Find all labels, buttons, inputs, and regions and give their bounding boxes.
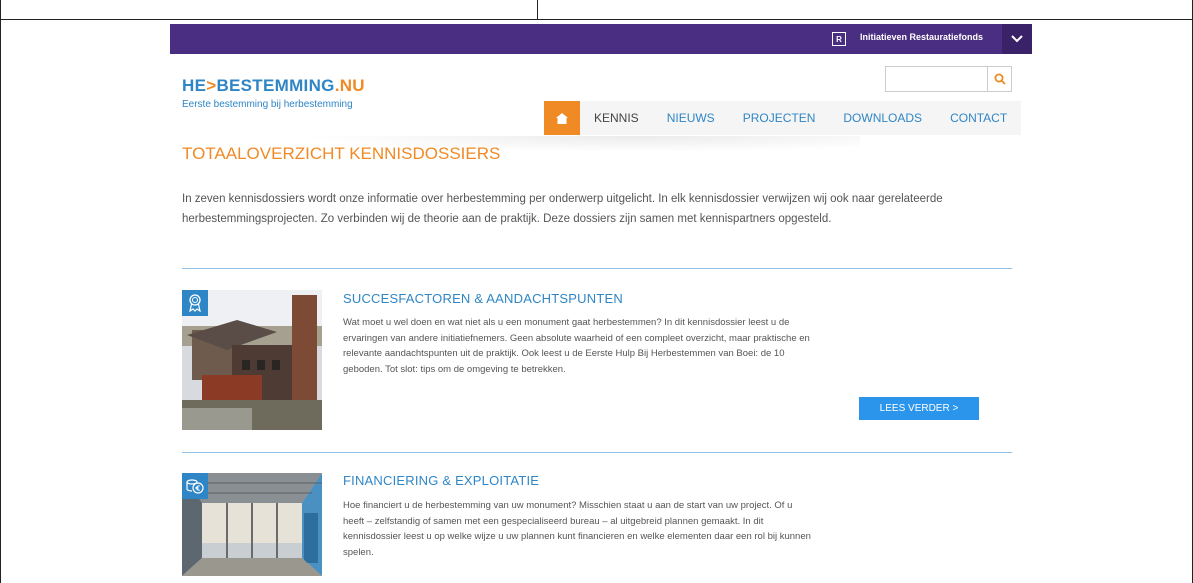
site-tagline: Eerste bestemming bij herbestemming	[182, 99, 353, 110]
search-input[interactable]	[886, 67, 986, 91]
logo-main: BESTEMMING	[216, 76, 335, 95]
search-box	[885, 66, 1012, 92]
search-icon[interactable]	[987, 67, 1011, 91]
logo-prefix: HE	[182, 76, 207, 95]
logo-suffix: .NU	[334, 76, 365, 95]
window-frame-top	[0, 0, 1193, 20]
intro-text: In zeven kennisdossiers wordt onze infor…	[182, 193, 943, 225]
initiatieven-restauratiefonds-link[interactable]: Initiatieven Restauratiefonds	[860, 32, 983, 42]
restauratiefonds-logo-icon[interactable]: R	[832, 32, 846, 46]
dossier-title[interactable]: SUCCESFACTOREN & AANDACHTSPUNTEN	[343, 291, 623, 306]
dossier-image-industrial-hall[interactable]	[182, 473, 322, 576]
site-logo[interactable]: HE>BESTEMMING.NU	[182, 76, 365, 96]
nav-item-downloads[interactable]: DOWNLOADS	[829, 101, 936, 135]
home-icon[interactable]	[544, 101, 580, 135]
euro-coins-icon	[182, 473, 208, 499]
nav-item-kennis[interactable]: KENNIS	[580, 101, 653, 135]
top-bar: R Initiatieven Restauratiefonds	[170, 24, 1032, 54]
dossier-description: Wat moet u wel doen en wat niet als u ee…	[343, 317, 810, 375]
section-divider	[182, 452, 1012, 453]
main-navigation: KENNIS NIEUWS PROJECTEN DOWNLOADS CONTAC…	[544, 101, 1022, 135]
dossier-description: Hoe financiert u de herbestemming van uw…	[343, 500, 811, 558]
nav-item-contact[interactable]: CONTACT	[936, 101, 1021, 135]
chevron-down-icon[interactable]	[1002, 24, 1032, 54]
section-divider	[182, 268, 1012, 269]
logo-arrow: >	[206, 76, 217, 95]
nav-item-nieuws[interactable]: NIEUWS	[653, 101, 729, 135]
dossier-title[interactable]: FINANCIERING & EXPLOITATIE	[343, 473, 539, 488]
window-frame-left	[0, 0, 1, 583]
dossier-image-factory-ruins[interactable]	[182, 290, 322, 430]
award-icon	[182, 290, 208, 316]
page-title: TOTAALOVERZICHT KENNISDOSSIERS	[182, 144, 501, 163]
window-frame-divider	[537, 0, 538, 20]
nav-item-projecten[interactable]: PROJECTEN	[729, 101, 830, 135]
read-more-button[interactable]: LEES VERDER >	[859, 397, 979, 420]
